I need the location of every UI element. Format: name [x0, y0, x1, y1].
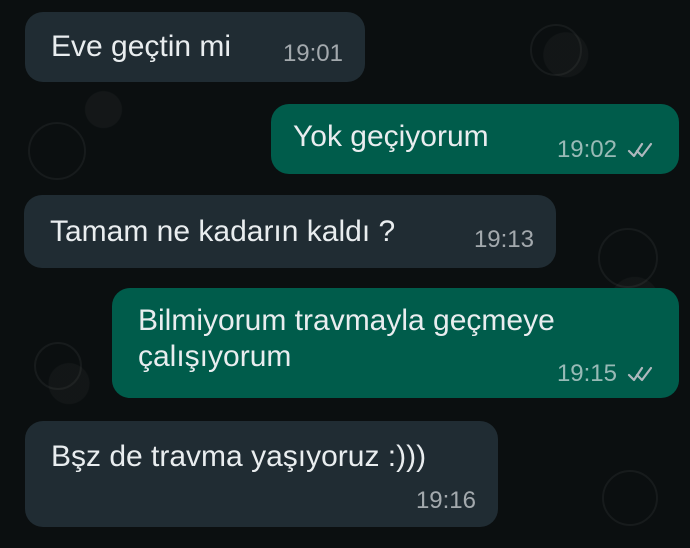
message-time: 19:16 [415, 487, 476, 514]
message-time: 19:02 [556, 136, 617, 163]
message-text: Bşz de travma yaşıyoruz :))) [51, 440, 427, 473]
message-text: Bilmiyorum travmayla geçmeye [138, 304, 555, 337]
background-doodle [602, 470, 658, 526]
outgoing-message[interactable]: Yok geçiyorum 19:02 [271, 104, 679, 174]
message-meta: 19:16 [416, 489, 476, 513]
outgoing-message[interactable]: Bilmiyorum travmayla geçmeye çalışıyorum… [112, 288, 679, 398]
message-meta: 19:13 [474, 228, 534, 252]
background-doodle [28, 122, 86, 180]
background-doodle [530, 24, 582, 76]
message-text: Yok geçiyorum [293, 120, 489, 153]
double-check-icon [627, 366, 653, 382]
double-check-icon [627, 142, 653, 158]
incoming-message[interactable]: Tamam ne kadarın kaldı ? 19:13 [24, 195, 556, 268]
message-text: Eve geçtin mi [51, 30, 232, 63]
message-meta: 19:02 [557, 138, 657, 162]
chat-background: Eve geçtin mi 19:01 Yok geçiyorum 19:02 … [0, 0, 690, 548]
message-time: 19:13 [473, 226, 534, 253]
message-text: Tamam ne kadarın kaldı ? [50, 215, 396, 248]
message-time: 19:01 [282, 40, 343, 67]
message-meta: 19:01 [283, 42, 343, 66]
message-meta: 19:15 [557, 362, 657, 386]
incoming-message[interactable]: Bşz de travma yaşıyoruz :))) 19:16 [25, 421, 498, 527]
background-doodle [598, 228, 658, 288]
message-time: 19:15 [556, 360, 617, 387]
background-doodle [34, 342, 82, 390]
message-text: çalışıyorum [138, 340, 292, 373]
incoming-message[interactable]: Eve geçtin mi 19:01 [25, 12, 365, 82]
